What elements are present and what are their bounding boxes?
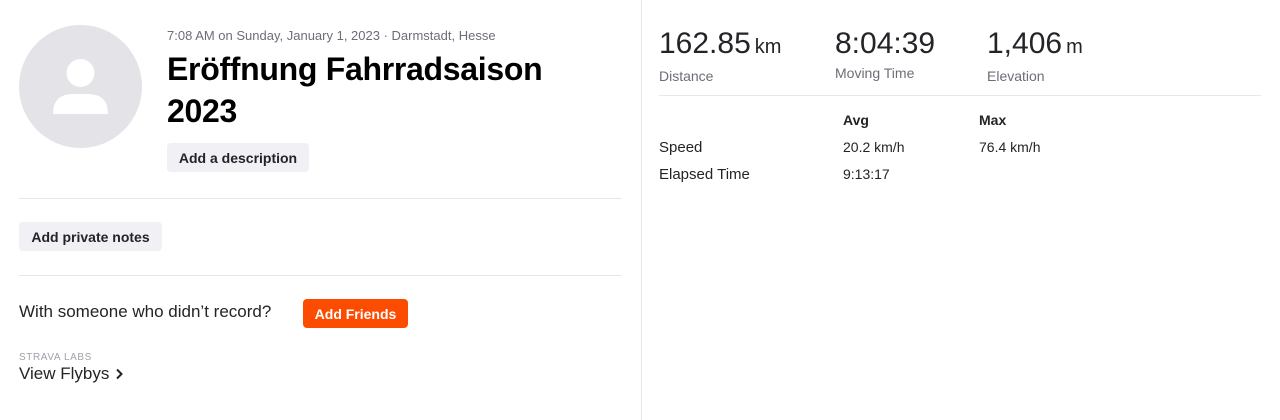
add-description-button[interactable]: Add a description xyxy=(167,143,309,172)
table-row-label: Elapsed Time xyxy=(659,166,750,183)
stat-distance: 162.85 km Distance xyxy=(659,26,781,84)
table-header-avg: Avg xyxy=(843,112,869,128)
table-cell-max: 76.4 km/h xyxy=(979,139,1041,155)
distance-label: Distance xyxy=(659,68,714,84)
add-friends-button[interactable]: Add Friends xyxy=(303,299,408,328)
moving-time-value: 8:04:39 xyxy=(835,27,936,60)
moving-time-label: Moving Time xyxy=(835,65,915,81)
section-divider xyxy=(19,275,622,276)
elevation-value: 1,406 xyxy=(987,27,1063,60)
elevation-label: Elevation xyxy=(987,68,1045,84)
activity-meta: 7:08 AM on Sunday, January 1, 2023 · Dar… xyxy=(167,28,496,43)
user-silhouette-icon xyxy=(53,59,108,114)
strava-labs-label: STRAVA LABS xyxy=(19,352,92,363)
stat-elevation: 1,406 m Elevation xyxy=(987,26,1083,84)
view-flybys-label: View Flybys xyxy=(19,364,110,383)
panel-divider xyxy=(641,0,642,420)
chevron-right-icon xyxy=(116,368,124,380)
stats-divider xyxy=(659,95,1261,96)
activity-summary-panel: 7:08 AM on Sunday, January 1, 2023 · Dar… xyxy=(0,0,642,420)
distance-value: 162.85 xyxy=(659,27,751,60)
activity-title: Eröffnung Fahrradsaison 2023 xyxy=(167,51,543,129)
elevation-unit: m xyxy=(1066,36,1083,58)
section-divider xyxy=(19,198,622,199)
avatar[interactable] xyxy=(19,25,142,148)
view-flybys-link[interactable]: View Flybys xyxy=(19,364,124,384)
table-cell-avg: 20.2 km/h xyxy=(843,139,905,155)
add-private-notes-button[interactable]: Add private notes xyxy=(19,222,162,251)
distance-unit: km xyxy=(754,36,782,58)
table-header-max: Max xyxy=(979,112,1007,128)
table-row-label: Speed xyxy=(659,139,703,156)
friends-prompt: With someone who didn’t record? xyxy=(19,302,272,321)
table-cell-avg: 9:13:17 xyxy=(843,166,890,182)
stat-moving-time: 8:04:39 Moving Time xyxy=(835,26,935,81)
